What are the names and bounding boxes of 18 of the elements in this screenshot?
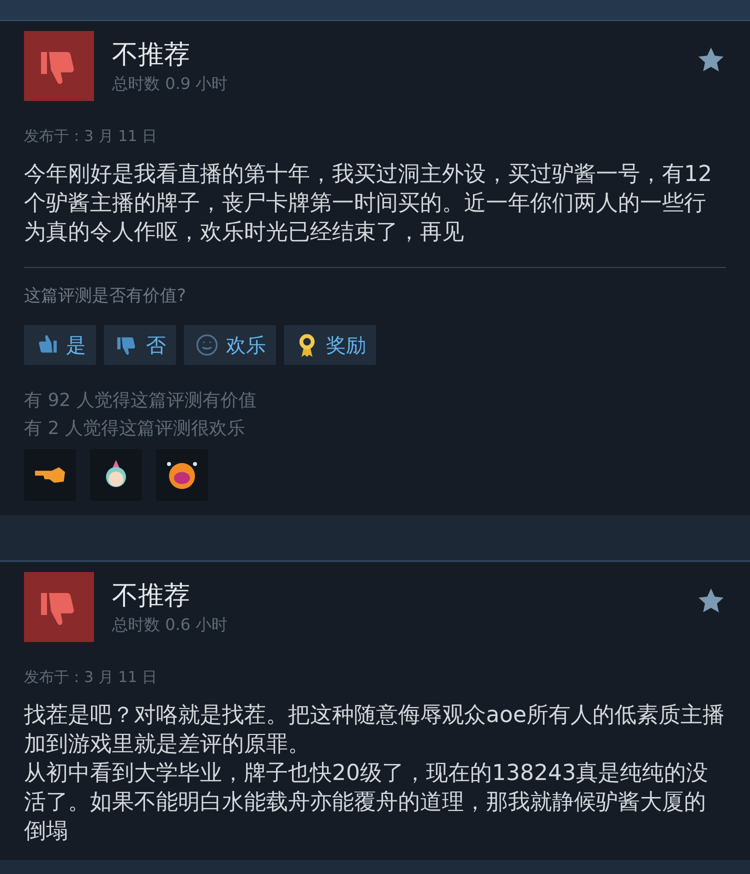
review-text: 找茬是吧？对咯就是找茬。把这种随意侮辱观众aoe所有人的低素质主播加到游戏里就是差评的原罪。 [24,702,726,759]
vote-count: 有 2 人觉得这篇评测很欢乐 [24,417,246,441]
pointing-hand-icon [35,467,65,483]
playtime-text: 总时数 0.6 小时 [112,615,228,636]
vote-button[interactable]: 奖励 [284,325,376,365]
vote-button[interactable]: 否 [104,325,176,365]
vote-count: 有 92 人觉得这篇评测有价值 [24,389,258,413]
posted-date: 发布于：3 月 11 日 [24,668,158,687]
playtime-text: 总时数 0.9 小时 [112,74,228,95]
posted-date: 发布于：3 月 11 日 [24,127,158,146]
review-text: 今年刚好是我看直播的第十年，我买过洞主外设，买过驴酱一号，有12个驴酱主播的牌子，丧尸卡牌第一时间买的。近一年你们两人的一些行为真的令人作呕，欢乐时光已经结束了，再见 [24,161,713,247]
helpful-question: 这篇评测是否有价值? [24,285,188,307]
review-text: 从初中看到大学毕业，牌子也快20级了，现在的138243真是纯纯的没活了。如果不能明白水能载舟亦能覆舟的道理，那我就静候驴酱大厦的倒塌 [24,760,709,846]
verdict-title: 不推荐 [112,39,191,72]
vote-button[interactable]: 欢乐 [184,325,276,365]
vote-button[interactable]: 是 [24,325,96,365]
smiley-icon [194,332,220,358]
verdict-title: 不推荐 [112,580,191,613]
